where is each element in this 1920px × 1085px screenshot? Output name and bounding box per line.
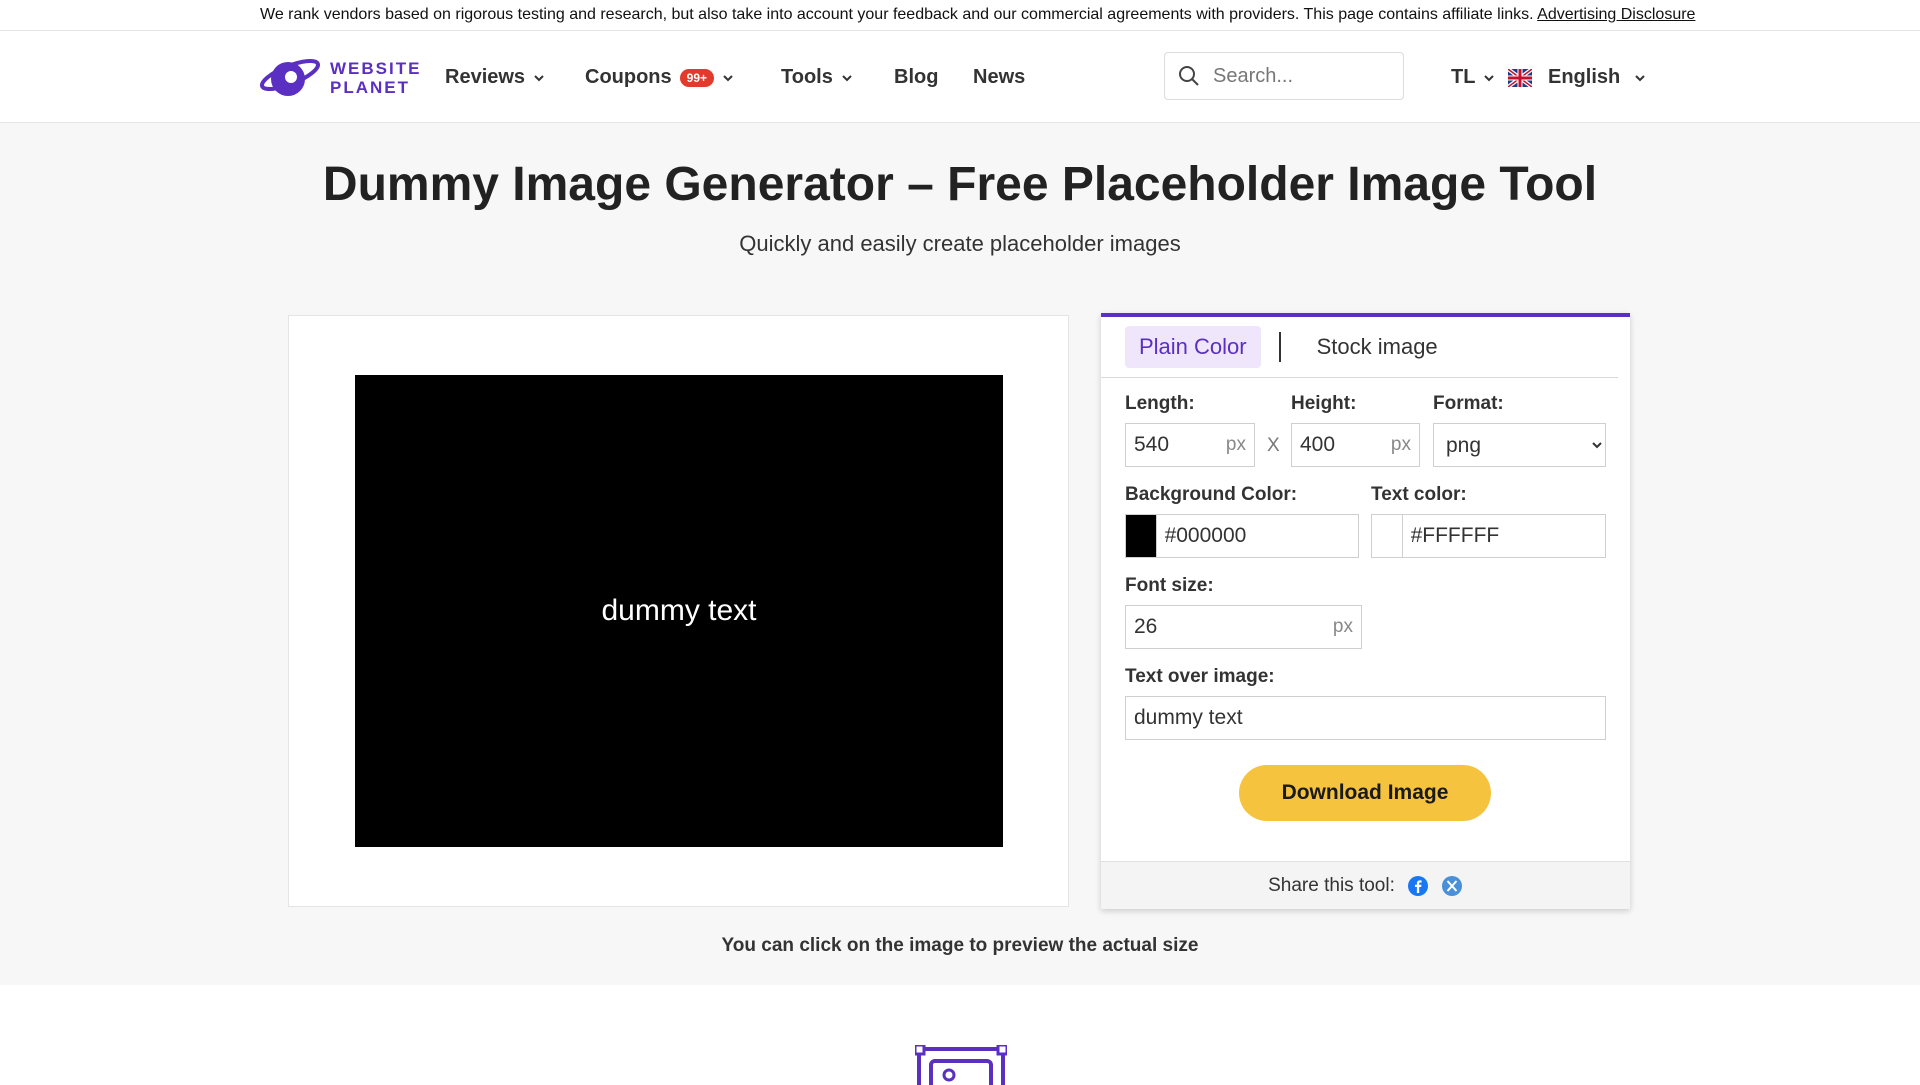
tool-section: Dummy Image Generator – Free Placeholder… <box>0 123 1920 985</box>
chevron-down-icon <box>723 74 733 81</box>
advertising-disclosure-link[interactable]: Advertising Disclosure <box>1537 6 1695 23</box>
background-color-label: Background Color: <box>1125 484 1298 505</box>
share-label: Share this tool: <box>1268 874 1395 896</box>
length-field[interactable]: px <box>1125 423 1255 467</box>
font-size-unit: px <box>1332 616 1353 637</box>
dimension-separator: X <box>1267 435 1280 456</box>
logo-line1: WEBSITE <box>330 59 422 78</box>
preview-card: dummy text <box>288 315 1069 907</box>
mode-tabs: Plain Color Stock image <box>1125 326 1452 368</box>
preview-image-text: dummy text <box>601 594 757 627</box>
preview-image[interactable]: dummy text <box>355 375 1003 847</box>
chevron-down-icon <box>1635 74 1645 81</box>
format-select[interactable]: png <box>1434 424 1605 466</box>
text-color-swatch[interactable] <box>1372 515 1403 557</box>
nav-news-label: News <box>973 66 1026 88</box>
page-subtitle: Quickly and easily create placeholder im… <box>739 231 1181 256</box>
language-label: English <box>1548 66 1621 88</box>
text-color-label: Text color: <box>1371 484 1467 505</box>
nav-blog[interactable]: Blog <box>894 66 938 89</box>
language-selector[interactable]: English <box>1508 66 1646 89</box>
planet-logo-icon <box>259 59 321 96</box>
nav-tools[interactable]: Tools <box>781 66 853 89</box>
image-frame-icon <box>915 1045 1007 1085</box>
region-selector[interactable]: TL <box>1451 66 1495 89</box>
length-input[interactable] <box>1126 433 1226 457</box>
background-color-input[interactable] <box>1156 524 1358 548</box>
format-label: Format: <box>1433 393 1504 414</box>
disclosure-text: We rank vendors based on rigorous testin… <box>260 6 1534 23</box>
nav-coupons-label: Coupons <box>585 66 672 88</box>
chevron-down-icon <box>842 74 852 81</box>
uk-flag-icon <box>1508 68 1532 87</box>
text-over-image-field[interactable] <box>1125 696 1606 740</box>
chevron-down-icon <box>534 74 544 81</box>
font-size-input[interactable] <box>1126 615 1333 639</box>
generator-panel: Plain Color Stock image Length: px X Hei… <box>1101 313 1630 909</box>
nav-news[interactable]: News <box>973 66 1025 89</box>
disclosure-bar: We rank vendors based on rigorous testin… <box>0 0 1920 31</box>
height-input[interactable] <box>1292 433 1391 457</box>
length-unit: px <box>1225 434 1246 455</box>
facebook-icon[interactable] <box>1407 875 1429 897</box>
format-field[interactable]: png <box>1433 423 1606 467</box>
main-nav: WEBSITE PLANET Reviews Coupons 99+ Tools… <box>0 31 1920 123</box>
search-input[interactable] <box>1211 63 1395 89</box>
text-over-image-label: Text over image: <box>1125 666 1275 687</box>
x-icon[interactable] <box>1441 875 1463 897</box>
tab-stock-image[interactable]: Stock image <box>1303 326 1452 368</box>
logo-text: WEBSITE PLANET <box>330 59 421 97</box>
height-label: Height: <box>1291 393 1357 414</box>
tab-divider <box>1278 332 1281 362</box>
chevron-down-icon <box>1484 74 1495 81</box>
search-box[interactable] <box>1164 52 1404 100</box>
site-logo[interactable]: WEBSITE PLANET <box>258 53 421 101</box>
height-unit: px <box>1390 434 1411 455</box>
font-size-field[interactable]: px <box>1125 605 1362 649</box>
font-size-label: Font size: <box>1125 575 1214 596</box>
text-color-field[interactable] <box>1371 514 1606 558</box>
coupons-count-badge: 99+ <box>679 68 715 87</box>
length-label: Length: <box>1125 393 1195 414</box>
preview-hint: You can click on the image to preview th… <box>721 935 1199 956</box>
height-field[interactable]: px <box>1291 423 1420 467</box>
share-bar: Share this tool: <box>1101 861 1630 909</box>
page-title: Dummy Image Generator – Free Placeholder… <box>322 158 1598 211</box>
tab-plain-color[interactable]: Plain Color <box>1125 326 1261 368</box>
search-icon <box>1179 66 1199 86</box>
text-over-image-input[interactable] <box>1126 706 1605 730</box>
text-color-input[interactable] <box>1402 524 1605 548</box>
nav-tools-label: Tools <box>781 66 833 88</box>
nav-reviews-label: Reviews <box>445 66 526 88</box>
background-color-swatch[interactable] <box>1126 515 1157 557</box>
logo-line2: PLANET <box>330 78 410 97</box>
nav-blog-label: Blog <box>894 66 939 88</box>
nav-coupons[interactable]: Coupons 99+ <box>585 66 734 89</box>
nav-reviews[interactable]: Reviews <box>445 66 545 89</box>
download-image-button[interactable]: Download Image <box>1239 765 1491 821</box>
background-color-field[interactable] <box>1125 514 1359 558</box>
region-label: TL <box>1451 66 1476 88</box>
tabs-divider <box>1101 377 1618 378</box>
